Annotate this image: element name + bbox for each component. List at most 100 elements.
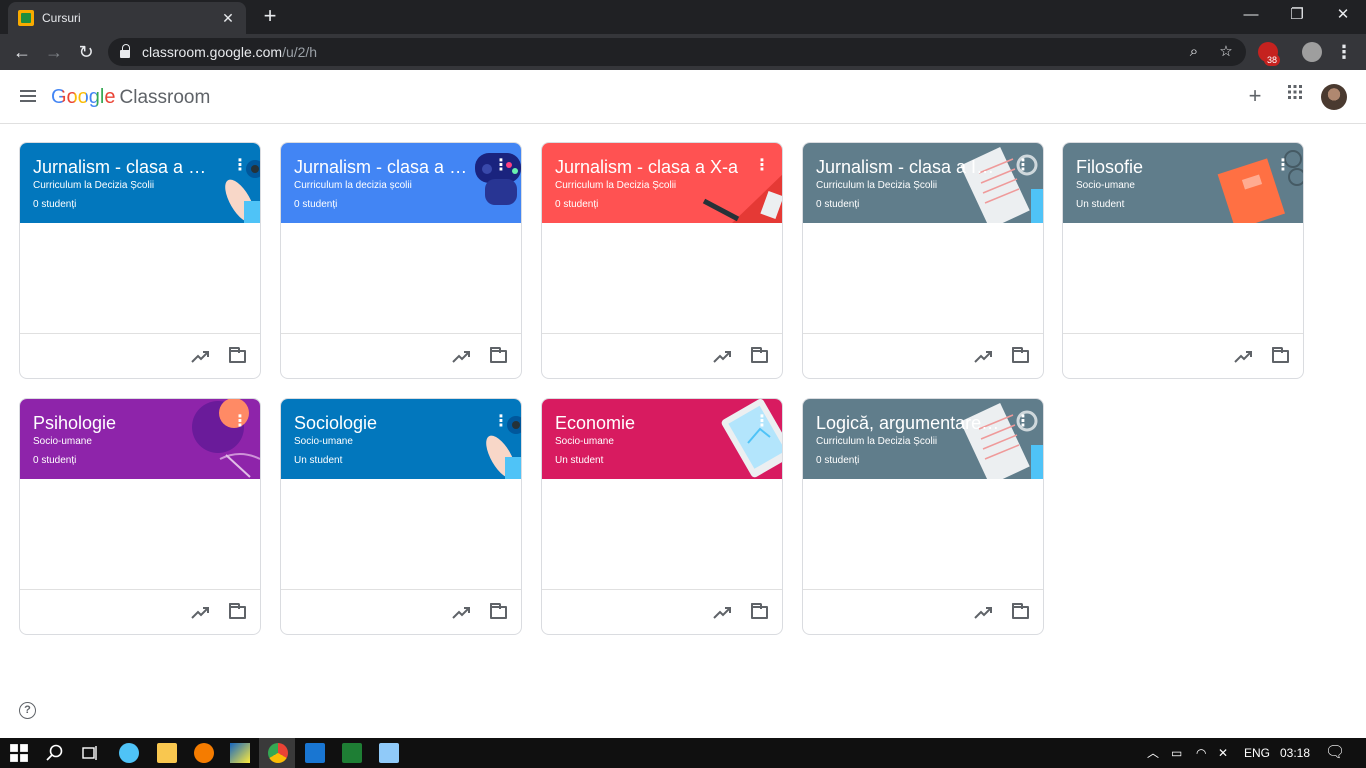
file-explorer-icon[interactable] [157,743,177,763]
chrome-icon[interactable] [268,743,288,763]
trending-up-icon[interactable] [1231,345,1255,369]
apps-grid-icon[interactable] [1283,84,1307,108]
course-name[interactable]: Psihologie [33,413,218,434]
trending-up-icon[interactable] [710,345,734,369]
main-menu-icon[interactable] [20,90,36,102]
minimize-button[interactable]: — [1228,0,1274,30]
course-section: Curriculum la Decizia Școlii [555,180,677,191]
outlook-icon[interactable] [305,743,325,763]
language-indicator[interactable]: ENG [1244,738,1270,768]
course-card[interactable]: Logică, argumentare și comunicare Curricu… [802,398,1044,635]
course-card[interactable]: Sociologie Socio-umane Un student ⋮ [280,398,522,635]
account-avatar[interactable] [1321,84,1347,110]
excel-icon[interactable] [342,743,362,763]
folder-icon[interactable] [490,347,507,363]
folder-icon[interactable] [1272,347,1289,363]
course-card-header[interactable]: Psihologie Socio-umane 0 studenți ⋮ [20,399,260,479]
tray-chevron-icon[interactable]: ︿ [1147,738,1159,768]
course-card[interactable]: Jurnalism - clasa a XI-a Curriculum la de… [280,142,522,379]
trending-up-icon[interactable] [971,601,995,625]
zoom-icon[interactable]: ⌕ [1184,42,1204,62]
course-name[interactable]: Jurnalism - clasa a XII-a [33,157,218,178]
folder-icon[interactable] [1012,603,1029,619]
task-view-icon[interactable] [80,743,100,763]
paint-app-icon[interactable] [119,743,139,763]
reload-button[interactable]: ↻ [74,40,98,64]
restore-button[interactable]: ❐ [1274,0,1320,30]
add-class-icon[interactable]: + [1243,84,1267,108]
folder-icon[interactable] [751,603,768,619]
course-name[interactable]: Jurnalism - clasa a XI-a [294,157,479,178]
back-button[interactable]: ← [10,40,34,64]
folder-icon[interactable] [751,347,768,363]
course-name[interactable]: Logică, argumentare și comunicare [816,413,1001,434]
trending-up-icon[interactable] [188,601,212,625]
more-vert-icon[interactable]: ⋮ [1275,157,1291,175]
browser-toolbar: ← → ↻ classroom.google.com/u/2/h ⌕ ☆ ⋮ [0,34,1366,70]
course-name[interactable]: Filosofie [1076,157,1261,178]
course-students-count: 0 studenți [555,199,599,210]
notepad-icon[interactable] [379,743,399,763]
trending-up-icon[interactable] [710,601,734,625]
google-classroom-logo[interactable]: Google Classroom [51,86,210,109]
course-card-header[interactable]: Economie Socio-umane Un student ⋮ [542,399,782,479]
trending-up-icon[interactable] [449,345,473,369]
course-card[interactable]: Filosofie Socio-umane Un student ⋮ [1062,142,1304,379]
folder-icon[interactable] [229,603,246,619]
course-section: Curriculum la Decizia Școlii [816,180,938,191]
course-card-header[interactable]: Jurnalism - clasa a XI-a Curriculum la de… [281,143,521,223]
profile-icon[interactable] [1302,42,1322,62]
battery-icon[interactable]: ▭ [1171,738,1182,768]
more-vert-icon[interactable]: ⋮ [493,157,509,175]
course-name[interactable]: Jurnalism - clasa a IX-a [816,157,1001,178]
notifications-icon[interactable]: 🗨 [1325,738,1345,768]
forward-button[interactable]: → [42,40,66,64]
course-card[interactable]: Psihologie Socio-umane 0 studenți ⋮ [19,398,261,635]
course-card-header[interactable]: Filosofie Socio-umane Un student ⋮ [1063,143,1303,223]
trending-up-icon[interactable] [188,345,212,369]
clock[interactable]: 03:18 [1280,738,1310,768]
drawing-app-icon[interactable] [230,743,250,763]
tab-close-icon[interactable]: ✕ [220,10,236,27]
window-close-button[interactable]: ✕ [1320,0,1366,30]
trending-up-icon[interactable] [971,345,995,369]
more-vert-icon[interactable]: ⋮ [754,157,770,175]
folder-icon[interactable] [1012,347,1029,363]
course-card-header[interactable]: Jurnalism - clasa a IX-a Curriculum la De… [803,143,1043,223]
course-card-header[interactable]: Jurnalism - clasa a XII-a Curriculum la D… [20,143,260,223]
browser-menu-icon[interactable]: ⋮ [1332,40,1356,64]
course-card-actions [803,333,1043,378]
new-tab-button[interactable]: + [258,4,282,28]
course-name[interactable]: Economie [555,413,740,434]
more-vert-icon[interactable]: ⋮ [1015,413,1031,431]
more-vert-icon[interactable]: ⋮ [232,157,248,175]
wifi-icon[interactable]: ◠ [1196,738,1206,768]
more-vert-icon[interactable]: ⋮ [493,413,509,431]
course-card[interactable]: Jurnalism - clasa a XII-a Curriculum la D… [19,142,261,379]
course-card-actions [281,333,521,378]
more-vert-icon[interactable]: ⋮ [232,413,248,431]
course-card-header[interactable]: Logică, argumentare și comunicare Curricu… [803,399,1043,479]
course-card-header[interactable]: Sociologie Socio-umane Un student ⋮ [281,399,521,479]
search-icon[interactable] [45,743,65,763]
volume-muted-icon[interactable]: ✕ [1218,738,1228,768]
folder-icon[interactable] [229,347,246,363]
address-bar[interactable]: classroom.google.com/u/2/h ⌕ ☆ [108,38,1246,66]
course-section: Curriculum la decizia școlii [294,180,412,191]
more-vert-icon[interactable]: ⋮ [1015,157,1031,175]
folder-icon[interactable] [490,603,507,619]
course-card-header[interactable]: Jurnalism - clasa a X-a Curriculum la Dec… [542,143,782,223]
course-section: Curriculum la Decizia Școlii [816,436,938,447]
help-icon[interactable]: ? [19,702,36,719]
windows-start-icon[interactable] [9,743,29,763]
course-card[interactable]: Economie Socio-umane Un student ⋮ [541,398,783,635]
course-card[interactable]: Jurnalism - clasa a X-a Curriculum la Dec… [541,142,783,379]
browser-tab[interactable]: Cursuri ✕ [8,2,246,34]
course-name[interactable]: Sociologie [294,413,479,434]
search-app-icon[interactable] [194,743,214,763]
bookmark-star-icon[interactable]: ☆ [1216,42,1236,62]
course-card[interactable]: Jurnalism - clasa a IX-a Curriculum la De… [802,142,1044,379]
more-vert-icon[interactable]: ⋮ [754,413,770,431]
trending-up-icon[interactable] [449,601,473,625]
course-name[interactable]: Jurnalism - clasa a X-a [555,157,740,178]
